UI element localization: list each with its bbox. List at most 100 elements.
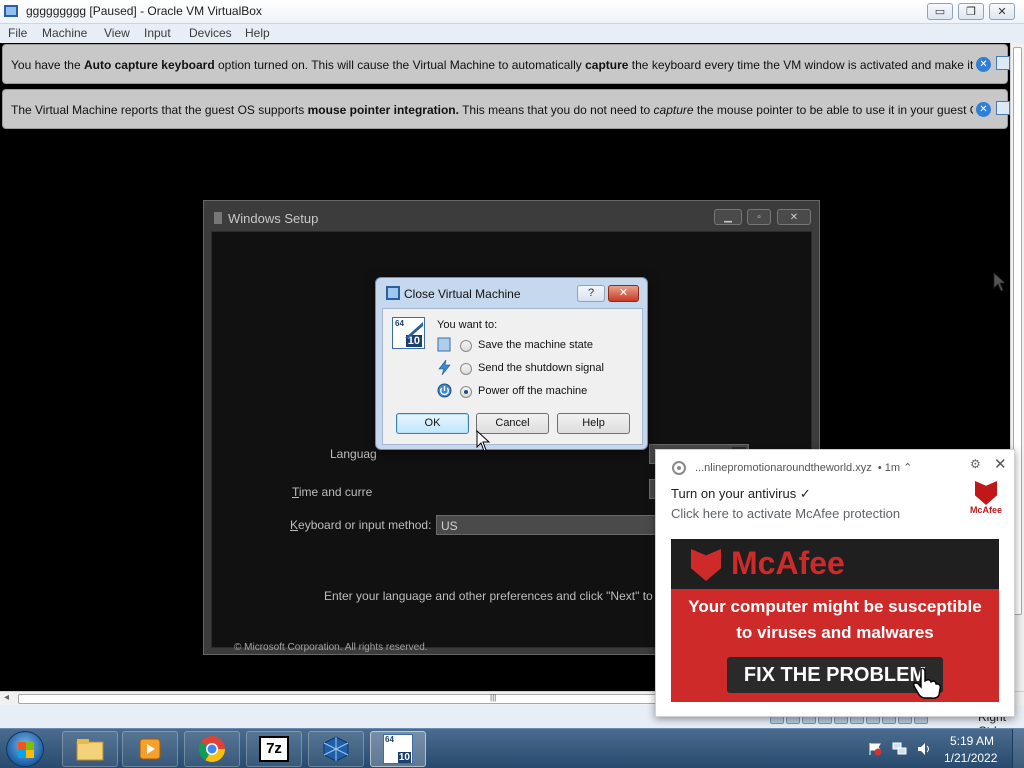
vm-win10-icon: 64 10	[383, 734, 413, 764]
mouse-integration-notification: The Virtual Machine reports that the gue…	[2, 89, 1010, 129]
virtualbox-app-icon	[4, 5, 18, 17]
mcafee-logo-label: McAfee	[969, 505, 1002, 515]
menu-machine[interactable]: Machine	[42, 26, 87, 40]
flag-red	[18, 742, 26, 750]
dialog-close-button[interactable]: ✕	[608, 285, 639, 302]
dialog-help-icon[interactable]: ?	[577, 285, 605, 302]
lightning-icon	[438, 360, 451, 375]
system-tray	[860, 729, 1024, 768]
keyboard-label-accel: K	[290, 518, 299, 532]
notification-banner-image[interactable]: McAfee Your computer might be susceptibl…	[671, 539, 999, 702]
explorer-icon	[76, 739, 104, 761]
taskbar-7zip[interactable]: 7z	[246, 731, 302, 767]
scroll-left-arrow-icon[interactable]: ◂	[4, 692, 9, 703]
volume-icon[interactable]	[916, 741, 932, 757]
banner-line-2: to viruses and malwares	[736, 623, 934, 642]
taskbar: 7z 64 10 5:19 AM 1/21/2022	[0, 728, 1024, 768]
minimize-button[interactable]: ▭	[927, 3, 953, 20]
close-button[interactable]: ✕	[989, 3, 1015, 20]
taskbar-media-player[interactable]	[122, 731, 178, 767]
keyboard-label-rest: eyboard or input method:	[298, 518, 432, 532]
banner-header: McAfee	[671, 539, 999, 589]
radio-save-state[interactable]	[460, 340, 472, 352]
taskbar-vm-window[interactable]: 64 10	[370, 731, 426, 767]
option-label: Save the machine state	[478, 339, 593, 351]
close-notification-icon[interactable]: ✕	[976, 57, 991, 72]
chrome-notification[interactable]: ...nlinepromotionaroundtheworld.xyz • 1m…	[655, 449, 1015, 717]
clock-date[interactable]: 1/21/2022	[944, 751, 997, 765]
setup-icon	[214, 212, 222, 224]
notification-message: Click here to activate McAfee protection	[671, 506, 901, 521]
radio-power-off[interactable]	[460, 386, 472, 398]
guest-cursor-icon	[993, 272, 1005, 292]
menu-devices[interactable]: Devices	[189, 26, 232, 40]
option-label: Power off the machine	[478, 385, 588, 397]
mouse-cursor-icon	[476, 430, 490, 452]
menu-input[interactable]: Input	[144, 26, 171, 40]
radio-shutdown-signal[interactable]	[460, 363, 472, 375]
taskbar-chrome[interactable]	[184, 731, 240, 767]
menu-view[interactable]: View	[104, 26, 130, 40]
notif-bold-part: mouse pointer integration.	[307, 103, 459, 117]
scroll-grip-icon: |||	[490, 693, 497, 702]
gear-icon[interactable]: ⚙	[970, 457, 981, 471]
setup-maximize-button[interactable]: ▫	[747, 209, 771, 225]
vm-logo-top: 64	[395, 319, 404, 328]
close-notification-icon[interactable]: ✕	[976, 102, 991, 117]
vm-os-logo: 64 10	[392, 317, 425, 349]
clock-time[interactable]: 5:19 AM	[950, 734, 994, 748]
help-button[interactable]: Help	[557, 413, 630, 434]
time-label-accel: T	[292, 485, 299, 499]
notif-text-part: You have the	[11, 58, 84, 72]
dialog-title: Close Virtual Machine	[404, 287, 521, 301]
time-currency-label: Time and curre	[292, 485, 372, 499]
setup-copyright: © Microsoft Corporation. All rights rese…	[234, 642, 428, 653]
maximize-button[interactable]: ❐	[958, 3, 984, 20]
setup-minimize-button[interactable]: ▁	[714, 209, 742, 225]
close-icon[interactable]: ✕	[994, 455, 1007, 473]
notification-text: You have the Auto capture keyboard optio…	[11, 58, 973, 72]
virtualbox-dialog-icon	[386, 286, 400, 300]
taskbar-explorer[interactable]	[62, 731, 118, 767]
media-player-icon	[139, 738, 161, 760]
7zip-icon: 7z	[259, 736, 289, 762]
banner-line-1: Your computer might be susceptible	[688, 597, 982, 616]
show-desktop-button[interactable]	[1012, 729, 1024, 768]
chrome-icon	[672, 461, 686, 475]
keyboard-label: Keyboard or input method:	[290, 518, 431, 532]
message-bubble-icon[interactable]	[996, 101, 1010, 115]
notif-text-part: the keyboard every time the VM window is…	[631, 58, 973, 72]
notification-origin: ...nlinepromotionaroundtheworld.xyz • 1m…	[695, 461, 912, 474]
notification-origin-text: ...nlinepromotionaroundtheworld.xyz	[695, 462, 872, 474]
vm-icon-top: 64	[385, 735, 394, 744]
dialog-prompt: You want to:	[437, 319, 498, 331]
power-icon	[437, 383, 452, 398]
network-icon[interactable]	[892, 741, 908, 757]
menu-help[interactable]: Help	[245, 26, 270, 40]
menu-file[interactable]: File	[8, 26, 27, 40]
notification-age: • 1m	[877, 462, 901, 474]
banner-brand: McAfee	[731, 545, 845, 581]
option-label: Send the shutdown signal	[478, 362, 604, 374]
message-bubble-icon[interactable]	[996, 56, 1010, 70]
title-bar: ggggggggg [Paused] - Oracle VM VirtualBo…	[0, 0, 1024, 24]
chevron-up-icon[interactable]: ⌃	[903, 462, 912, 474]
setup-window-title: Windows Setup	[214, 211, 318, 226]
taskbar-virtualbox[interactable]	[308, 731, 364, 767]
flag-green	[26, 742, 34, 750]
ok-button[interactable]: OK	[396, 413, 469, 434]
auto-capture-notification: You have the Auto capture keyboard optio…	[2, 44, 1010, 84]
option-save-state[interactable]: Save the machine state	[437, 337, 637, 355]
dialog-body: 64 10 You want to: Save the machine stat…	[382, 308, 643, 445]
start-button[interactable]	[6, 731, 44, 767]
setup-close-button[interactable]: ✕	[777, 209, 811, 225]
option-shutdown-signal[interactable]: Send the shutdown signal	[437, 360, 637, 378]
action-center-flag-icon[interactable]	[868, 742, 882, 756]
keyboard-select[interactable]: US	[436, 515, 666, 535]
option-power-off[interactable]: Power off the machine	[437, 383, 637, 401]
notif-text-part: The Virtual Machine reports that the gue…	[11, 103, 308, 117]
vm-logo-pane-icon	[405, 322, 423, 338]
notif-italic-part: capture	[653, 103, 694, 117]
notif-bold-part: Auto capture keyboard	[83, 58, 215, 72]
setup-title-text: Windows Setup	[228, 211, 319, 226]
